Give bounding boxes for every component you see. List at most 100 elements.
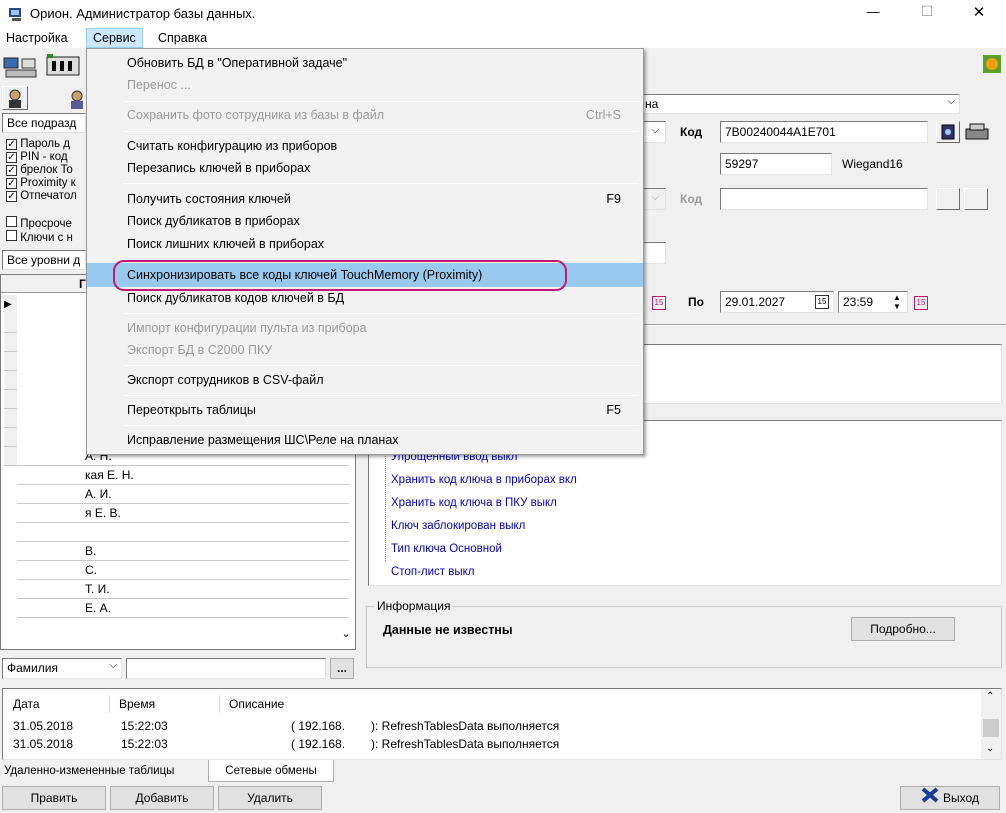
menu-item-find-db-duplicates[interactable]: Поиск дубликатов кодов ключей в БД bbox=[87, 287, 643, 309]
scroll-up-icon[interactable]: ⌃ bbox=[986, 691, 994, 702]
spin-updown-icon[interactable]: ▲ ▼ bbox=[889, 293, 905, 311]
menu-item-save-photo: Сохранить фото сотрудника из базы в файл… bbox=[87, 104, 643, 126]
search-field-select[interactable]: Фамилия ⌵ bbox=[2, 658, 122, 679]
number-input[interactable]: 59297 bbox=[720, 153, 832, 175]
menu-item-fix-plans[interactable]: Исправление размещения ШС\Реле на планах bbox=[87, 429, 643, 451]
table-row[interactable]: я Е. В. bbox=[17, 504, 349, 523]
menu-separator bbox=[123, 101, 639, 102]
chevron-down-icon: ⌵ bbox=[651, 192, 659, 203]
row-indicator bbox=[4, 333, 17, 352]
reader-2-icon[interactable] bbox=[964, 188, 988, 210]
flag-keys-with[interactable]: Ключи с н bbox=[6, 230, 73, 244]
calendar-picker-icon[interactable]: 15 bbox=[815, 295, 829, 309]
attr-stop-list[interactable]: Стоп-лист выкл bbox=[391, 566, 475, 578]
employee-name: С. bbox=[85, 563, 97, 577]
chevron-down-icon: ⌵ bbox=[947, 96, 955, 107]
key-type-password[interactable]: ✓ Пароль д bbox=[6, 138, 70, 150]
menu-separator bbox=[123, 313, 639, 314]
menu-item-get-key-states[interactable]: Получить состояния ключей F9 bbox=[87, 188, 643, 210]
table-row[interactable]: Е. А. bbox=[17, 599, 349, 618]
computer-icon[interactable] bbox=[2, 56, 38, 78]
department-filter[interactable]: Все подразд bbox=[2, 113, 86, 133]
menu-item-export-csv[interactable]: Экспорт сотрудников в CSV-файл bbox=[87, 369, 643, 391]
row-indicator bbox=[4, 390, 17, 409]
search-input[interactable] bbox=[126, 658, 326, 679]
key-combo[interactable]: на ⌵ bbox=[640, 94, 960, 114]
attr-store-code-pku[interactable]: Хранить код ключа в ПКУ выкл bbox=[391, 497, 557, 509]
exit-button[interactable]: Выход bbox=[900, 786, 1000, 810]
menu-item-label: Экспорт сотрудников в CSV-файл bbox=[127, 373, 324, 387]
menu-help[interactable]: Справка bbox=[158, 31, 207, 45]
log-date: 31.05.2018 bbox=[13, 737, 74, 751]
read-key-button[interactable] bbox=[936, 121, 960, 143]
flag-expired[interactable]: Просроче bbox=[6, 216, 72, 230]
key-type-label: PIN - код bbox=[20, 151, 68, 163]
access-level-filter[interactable]: Все уровни д bbox=[2, 250, 86, 270]
table-row[interactable]: Т. И. bbox=[17, 580, 349, 599]
menu-item-rewrite-keys[interactable]: Перезапись ключей в приборах bbox=[87, 157, 643, 179]
calendar-icon[interactable]: 15 bbox=[652, 296, 666, 310]
search-field-label: Фамилия bbox=[7, 661, 58, 675]
key-type-touchmemory[interactable]: ✓ брелок To bbox=[6, 164, 73, 176]
attr-store-code-devices[interactable]: Хранить код ключа в приборах вкл bbox=[391, 474, 577, 486]
log-row[interactable]: 31.05.2018 15:22:03 ( 192.168. ): Refres… bbox=[3, 719, 983, 737]
table-row[interactable]: В. bbox=[17, 542, 349, 561]
tab-network[interactable]: Сетевые обмены bbox=[208, 760, 334, 782]
log-row[interactable]: 31.05.2018 15:22:03 ( 192.168. ): Refres… bbox=[3, 737, 983, 755]
delete-button[interactable]: Удалить bbox=[218, 786, 322, 810]
menu-item-find-extra-keys[interactable]: Поиск лишних ключей в приборах bbox=[87, 233, 643, 255]
log-header-sep bbox=[109, 695, 110, 713]
key-type-label: Proximity к bbox=[20, 177, 76, 189]
tab-remote-tables[interactable]: Удаленно-измененные таблицы bbox=[4, 762, 174, 780]
menu-item-shortcut: Ctrl+S bbox=[585, 108, 621, 122]
edit-button[interactable]: Править bbox=[2, 786, 106, 810]
read-key-2-button[interactable] bbox=[936, 188, 960, 210]
menu-item-label: Экспорт БД в С2000 ПКУ bbox=[127, 343, 273, 357]
close-button[interactable]: ✕ bbox=[964, 3, 994, 21]
checkbox-icon: ✓ bbox=[6, 152, 17, 163]
device-icon[interactable] bbox=[44, 54, 84, 80]
table-row[interactable]: кая Е. Н. bbox=[17, 466, 349, 485]
time-input[interactable]: 23:59 ▲ ▼ bbox=[838, 291, 908, 313]
code-input[interactable]: 7B00240044A1E701 bbox=[720, 121, 928, 143]
code2-input[interactable] bbox=[720, 188, 928, 210]
employee-tab-button[interactable] bbox=[2, 86, 28, 110]
grid-scroll-down-icon[interactable]: ⌄ bbox=[339, 627, 353, 643]
table-row[interactable] bbox=[17, 523, 349, 542]
key-type-label: Пароль д bbox=[20, 138, 71, 150]
scroll-down-icon[interactable]: ⌄ bbox=[986, 743, 994, 754]
menu-item-find-duplicates[interactable]: Поиск дубликатов в приборах bbox=[87, 210, 643, 232]
key-type-proximity[interactable]: ✓ Proximity к bbox=[6, 177, 76, 189]
code2-label: Код bbox=[680, 192, 703, 206]
attr-key-type[interactable]: Тип ключа Основной bbox=[391, 543, 502, 555]
attr-key-blocked[interactable]: Ключ заблокирован выкл bbox=[391, 520, 525, 532]
employee-name: я Е. В. bbox=[85, 506, 121, 520]
reader-icon[interactable] bbox=[964, 121, 990, 143]
log-scrollbar[interactable]: ⌃ ⌄ bbox=[981, 689, 1001, 759]
menu-item-update-db[interactable]: Обновить БД в "Оперативной задаче" bbox=[87, 52, 643, 74]
add-button[interactable]: Добавить bbox=[110, 786, 214, 810]
minimize-button[interactable]: — bbox=[858, 4, 888, 19]
visitor-tab-icon[interactable] bbox=[66, 88, 88, 110]
table-row[interactable]: А. И. bbox=[17, 485, 349, 504]
browse-button[interactable]: ... bbox=[330, 658, 354, 679]
log-header-date: Дата bbox=[13, 697, 40, 711]
menu-bar: Настройка Сервис Справка bbox=[0, 28, 1006, 48]
menu-service[interactable]: Сервис bbox=[86, 28, 143, 48]
details-button[interactable]: Подробно... bbox=[851, 617, 955, 641]
scroll-thumb[interactable] bbox=[983, 719, 999, 737]
menu-item-read-config[interactable]: Считать конфигурацию из приборов bbox=[87, 135, 643, 157]
menu-item-reopen-tables[interactable]: Переоткрыть таблицы F5 bbox=[87, 399, 643, 421]
notes-box[interactable] bbox=[642, 344, 1002, 404]
sun-icon[interactable] bbox=[982, 54, 1002, 74]
table-row[interactable]: С. bbox=[17, 561, 349, 580]
key-type-fingerprint[interactable]: ✓ Отпечатол bbox=[6, 190, 77, 202]
menu-item-label: Поиск лишних ключей в приборах bbox=[127, 237, 325, 251]
title-bar: Орион. Администратор базы данных. — ☐ ✕ bbox=[0, 0, 1006, 28]
maximize-button[interactable]: ☐ bbox=[912, 3, 942, 20]
menu-settings[interactable]: Настройка bbox=[6, 31, 68, 45]
calendar-icon-2[interactable]: 15 bbox=[914, 296, 928, 310]
info-status: Данные не известны bbox=[383, 623, 513, 637]
date-input[interactable]: 29.01.2027 15 bbox=[720, 291, 834, 313]
key-type-pin[interactable]: ✓ PIN - код bbox=[6, 151, 68, 163]
